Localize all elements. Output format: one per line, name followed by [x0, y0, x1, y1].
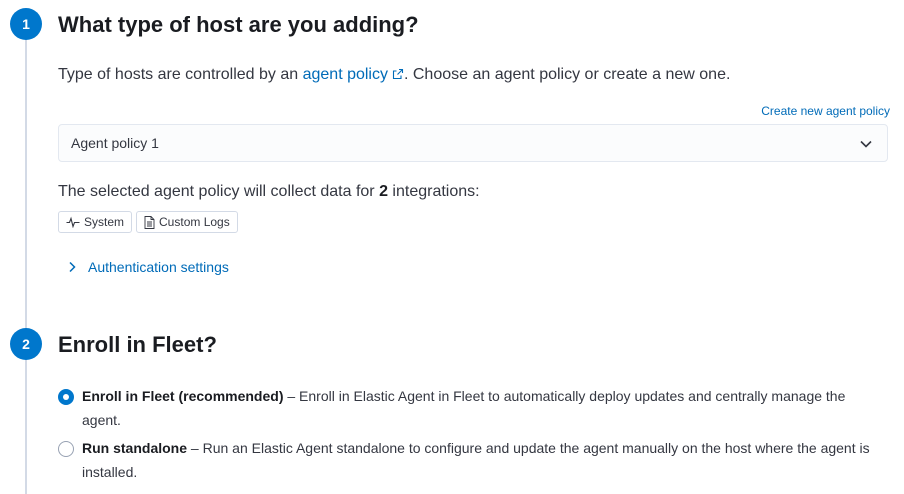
host-type-description: Type of hosts are controlled by an agent…	[58, 66, 730, 84]
integrations-summary: The selected agent policy will collect d…	[58, 183, 480, 201]
step-2-number: 2	[10, 328, 42, 360]
radio-option-desc: – Run an Elastic Agent standalone to con…	[82, 440, 870, 480]
radio-option-title: Enroll in Fleet (recommended)	[82, 388, 284, 404]
step-2-title: Enroll in Fleet?	[58, 332, 217, 357]
integration-badges: System Custom Logs	[58, 211, 238, 233]
integration-badge-label: Custom Logs	[159, 215, 230, 229]
step-1-title: What type of host are you adding?	[58, 12, 419, 37]
chevron-down-icon	[860, 140, 872, 148]
radio-button-selected[interactable]	[58, 389, 74, 405]
radio-enroll-label: Enroll in Fleet (recommended) – Enroll i…	[82, 384, 888, 432]
collect-prefix: The selected agent policy will collect d…	[58, 183, 380, 200]
heartbeat-icon	[66, 216, 80, 228]
agent-policy-select-value: Agent policy 1	[71, 135, 159, 151]
integrations-count: 2	[379, 183, 388, 200]
step-1-number: 1	[10, 8, 42, 40]
steps-rail	[25, 24, 27, 494]
collect-suffix: integrations:	[387, 183, 480, 200]
agent-policy-select[interactable]: Agent policy 1	[58, 124, 888, 162]
chevron-right-icon	[69, 261, 76, 273]
desc-suffix: . Choose an agent policy or create a new…	[403, 66, 731, 83]
desc-prefix: Type of hosts are controlled by an	[58, 66, 303, 83]
radio-enroll-in-fleet[interactable]: Enroll in Fleet (recommended) – Enroll i…	[58, 388, 888, 432]
document-icon	[144, 215, 155, 229]
agent-policy-link[interactable]: agent policy	[303, 66, 404, 83]
radio-option-title: Run standalone	[82, 440, 188, 456]
authentication-settings-toggle[interactable]: Authentication settings	[66, 259, 229, 275]
integration-badge-system: System	[58, 211, 133, 233]
authentication-settings-label: Authentication settings	[88, 259, 229, 275]
agent-policy-link-label: agent policy	[302, 66, 388, 83]
integration-badge-label: System	[84, 215, 125, 229]
integration-badge-custom-logs: Custom Logs	[136, 211, 238, 233]
radio-run-standalone[interactable]: Run standalone – Run an Elastic Agent st…	[58, 440, 888, 484]
create-agent-policy-link[interactable]: Create new agent policy	[761, 104, 890, 118]
radio-standalone-label: Run standalone – Run an Elastic Agent st…	[82, 436, 888, 484]
radio-button-unselected[interactable]	[58, 441, 74, 457]
external-link-icon	[392, 68, 404, 80]
